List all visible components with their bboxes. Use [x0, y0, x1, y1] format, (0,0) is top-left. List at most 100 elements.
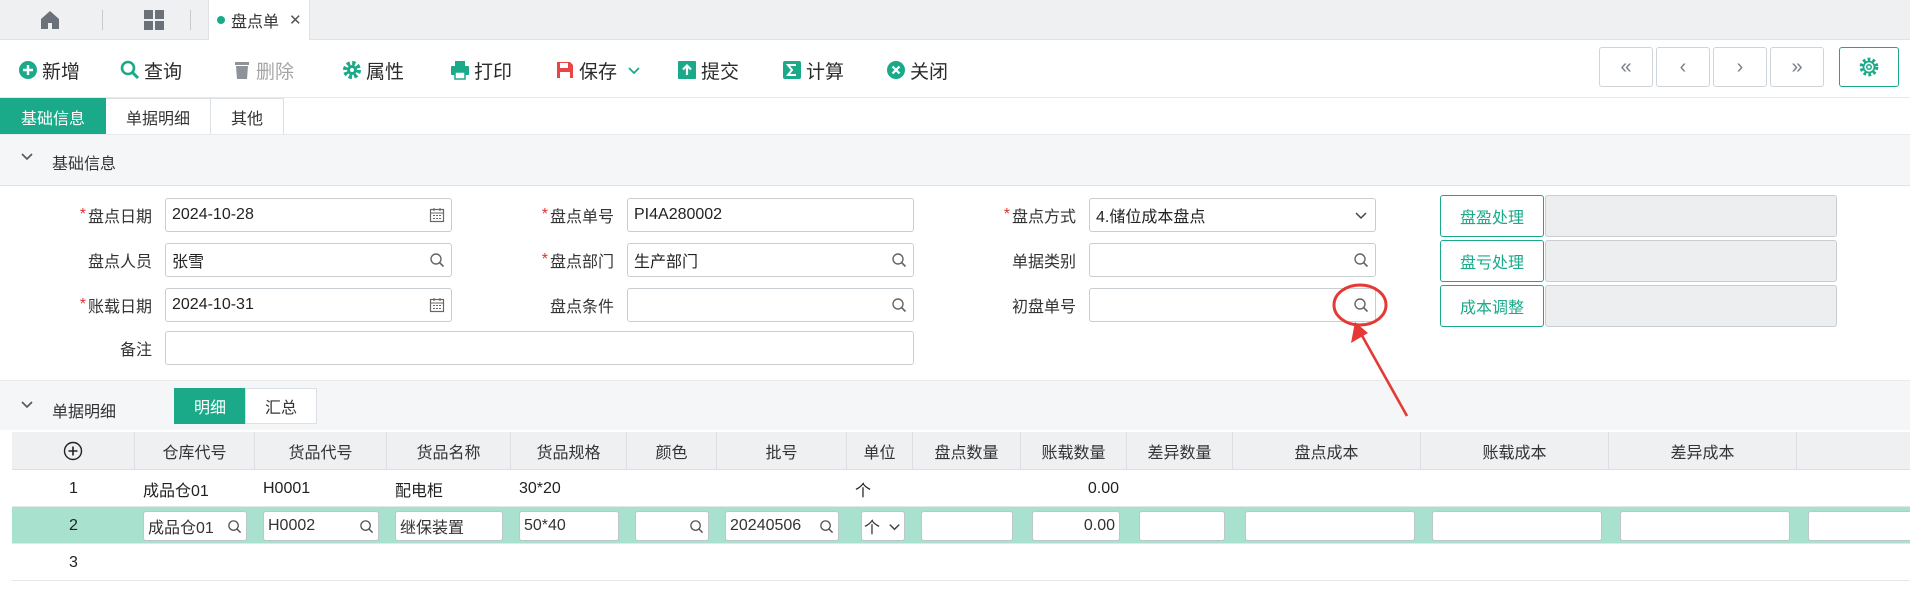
new-button[interactable]: 新增 [18, 55, 80, 85]
column-header[interactable]: 盘点数量 [913, 432, 1021, 470]
column-header[interactable]: 盘点成本 [1233, 432, 1421, 470]
search-icon[interactable] [1353, 252, 1369, 268]
search-icon[interactable] [429, 252, 445, 268]
search-icon[interactable] [891, 297, 907, 313]
surplus-status-field [1545, 195, 1837, 237]
table-row[interactable]: 1 成品仓01 H0001 配电柜 30*20 个 0.00 [12, 470, 1910, 507]
column-header[interactable]: 颜色 [627, 432, 717, 470]
item-code-cell[interactable]: H0001 [255, 470, 387, 507]
section-title: 单据明细 [52, 404, 117, 421]
printer-icon [451, 61, 469, 80]
count-cond-field[interactable] [627, 288, 914, 322]
count-cond-label: 盘点条件 [549, 299, 614, 316]
collapse-chevron-icon[interactable] [20, 398, 34, 415]
count-dept-field[interactable]: 生产部门 [627, 243, 914, 277]
column-header[interactable]: 货品名称 [387, 432, 511, 470]
submit-button[interactable]: 提交 [677, 55, 739, 85]
count-date-label: * 盘点日期 [79, 206, 152, 226]
color-input[interactable] [635, 511, 709, 541]
count-qty-input[interactable] [921, 511, 1013, 541]
save-dropdown-chevron-icon[interactable] [624, 55, 644, 85]
tab-other[interactable]: 其他 [211, 98, 285, 136]
book-qty-input[interactable]: 0.00 [1032, 511, 1120, 541]
column-header[interactable]: 差异成本 [1609, 432, 1797, 470]
column-header[interactable]: 批号 [717, 432, 847, 470]
delete-button[interactable]: 删除 [232, 55, 294, 85]
submit-label: 提交 [701, 61, 740, 83]
chevron-down-icon[interactable] [1353, 207, 1369, 223]
book-cost-input[interactable] [1432, 511, 1602, 541]
tab-basic-info[interactable]: 基础信息 [0, 98, 107, 136]
grid-icon[interactable] [142, 8, 166, 32]
first-record-button[interactable]: « [1599, 47, 1653, 87]
table-row[interactable]: 3 [12, 544, 1910, 581]
print-button[interactable]: 打印 [450, 55, 512, 85]
loss-button[interactable]: 盘亏处理 [1440, 240, 1544, 282]
loss-status-field [1545, 240, 1837, 282]
settings-button[interactable] [1839, 47, 1899, 87]
diff-qty-input[interactable] [1139, 511, 1225, 541]
next-record-button[interactable]: › [1713, 47, 1767, 87]
save-button[interactable]: 保存 [555, 55, 617, 85]
batch-input[interactable]: 20240506 [725, 511, 839, 541]
query-button[interactable]: 查询 [120, 55, 182, 85]
tab-detail-list[interactable]: 明细 [174, 388, 246, 424]
prev-record-button[interactable]: ‹ [1656, 47, 1710, 87]
collapse-chevron-icon[interactable] [20, 150, 34, 167]
last-record-button[interactable]: » [1770, 47, 1824, 87]
count-no-field[interactable]: PI4A280002 [627, 198, 914, 232]
diff-cost-input[interactable] [1620, 511, 1790, 541]
count-date-field[interactable]: 2024-10-28 [165, 198, 452, 232]
column-header[interactable]: 账载数量 [1021, 432, 1127, 470]
book-qty-cell[interactable]: 0.00 [1021, 470, 1127, 507]
detail-grid: 仓库代号 货品代号 货品名称 货品规格 颜色 批号 单位 盘点数量 账载数量 差… [12, 432, 1910, 611]
count-staff-field[interactable]: 张雪 [165, 243, 452, 277]
column-header-blank [1797, 432, 1910, 470]
book-date-field[interactable]: 2024-10-31 [165, 288, 452, 322]
calendar-icon[interactable] [429, 207, 445, 223]
count-cost-input[interactable] [1245, 511, 1415, 541]
column-header[interactable]: 单位 [847, 432, 913, 470]
close-button[interactable]: 关闭 [886, 55, 948, 85]
column-header[interactable]: 仓库代号 [135, 432, 255, 470]
add-row-button[interactable] [12, 432, 135, 470]
item-name-cell[interactable]: 配电柜 [387, 470, 511, 507]
search-icon[interactable] [1353, 297, 1369, 313]
tab-summary[interactable]: 汇总 [245, 388, 317, 424]
tab-inventory-count[interactable]: 盘点单 ✕ [208, 0, 310, 40]
doc-type-field[interactable] [1089, 243, 1376, 277]
spec-cell[interactable]: 30*20 [511, 470, 627, 507]
search-icon [120, 60, 140, 80]
search-icon [228, 519, 242, 533]
gear-icon [343, 61, 361, 79]
remark-field[interactable] [165, 331, 914, 365]
warehouse-input[interactable]: 成品仓01 [143, 511, 247, 541]
column-header[interactable]: 差异数量 [1127, 432, 1233, 470]
search-icon[interactable] [891, 252, 907, 268]
properties-button[interactable]: 属性 [342, 55, 404, 85]
column-header[interactable]: 账载成本 [1421, 432, 1609, 470]
calendar-icon[interactable] [429, 297, 445, 313]
initial-no-field[interactable] [1089, 288, 1376, 322]
table-row-selected[interactable]: 2 成品仓01 H0002 继保装置 50*40 20240506 个 0.00 [12, 507, 1910, 544]
extra-input[interactable] [1808, 511, 1910, 541]
home-icon[interactable] [38, 8, 62, 32]
item-code-input[interactable]: H0002 [263, 511, 379, 541]
unit-cell[interactable]: 个 [847, 470, 913, 507]
warehouse-cell[interactable]: 成品仓01 [135, 470, 255, 507]
close-circle-icon [887, 61, 905, 79]
spec-input[interactable]: 50*40 [519, 511, 619, 541]
tab-detail[interactable]: 单据明细 [106, 98, 212, 136]
calculate-button[interactable]: 计算 [782, 55, 844, 85]
column-header[interactable]: 货品规格 [511, 432, 627, 470]
divider [190, 10, 191, 30]
floppy-icon [557, 62, 573, 78]
count-mode-select[interactable]: 4.储位成本盘点 [1089, 198, 1376, 232]
cost-adjust-button[interactable]: 成本调整 [1440, 285, 1544, 327]
close-icon[interactable]: ✕ [289, 11, 302, 29]
unit-select[interactable]: 个 [861, 511, 905, 541]
surplus-button[interactable]: 盘盈处理 [1440, 195, 1544, 237]
column-header[interactable]: 货品代号 [255, 432, 387, 470]
item-name-input[interactable]: 继保装置 [395, 511, 503, 541]
basic-info-header[interactable]: 基础信息 [0, 134, 1910, 186]
